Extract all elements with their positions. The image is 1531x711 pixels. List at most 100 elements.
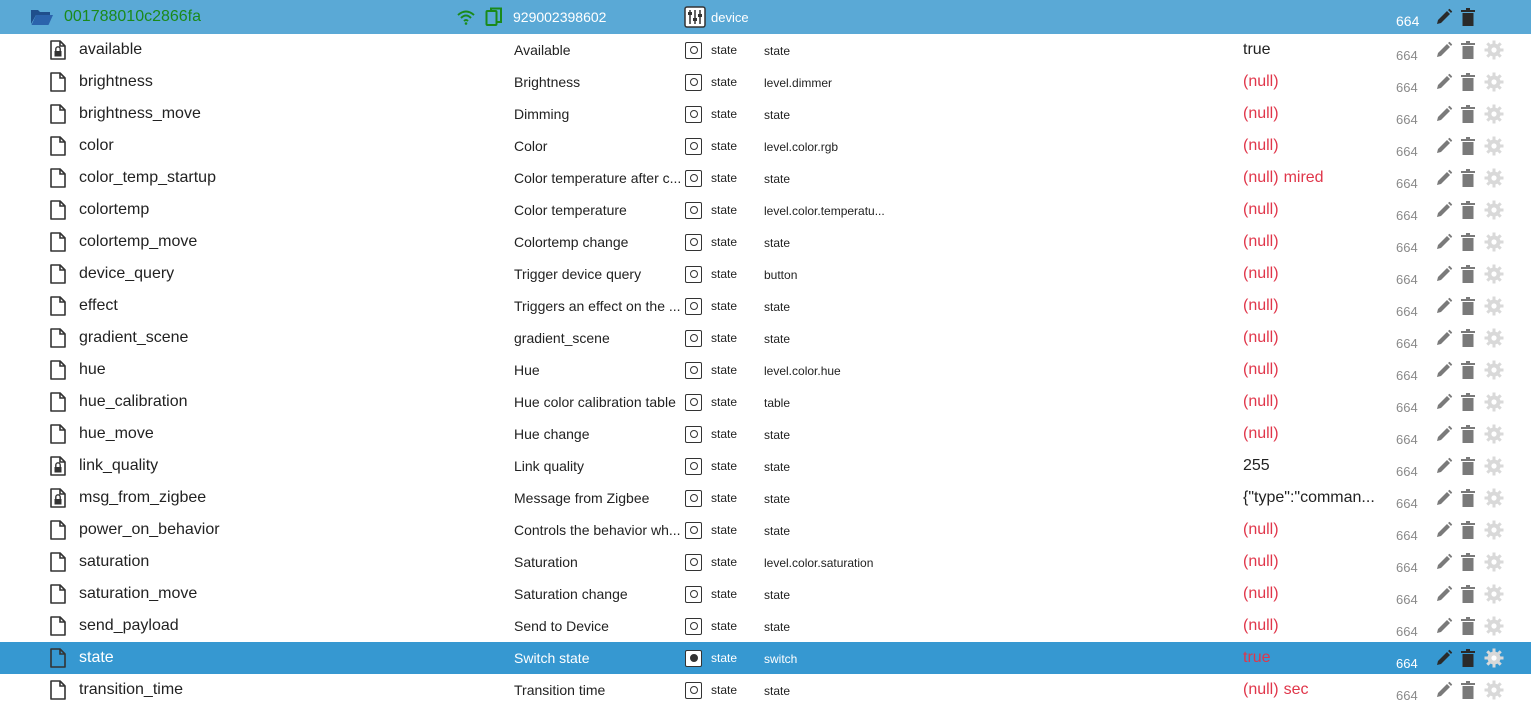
state-value[interactable]: {"type":"comman... <box>1243 482 1385 514</box>
gear-icon[interactable] <box>1484 514 1504 546</box>
state-id[interactable]: hue_calibration <box>79 386 188 418</box>
state-id[interactable]: colortemp <box>79 194 149 226</box>
state-value[interactable]: (null) <box>1243 130 1385 162</box>
pencil-icon[interactable] <box>1435 546 1455 578</box>
state-row-color-temp-startup[interactable]: color_temp_startup Color temperature aft… <box>0 162 1531 194</box>
trash-icon[interactable] <box>1461 322 1477 354</box>
gear-icon[interactable] <box>1484 354 1504 386</box>
state-value[interactable]: 255 <box>1243 450 1385 482</box>
device-row[interactable]: 001788010c2866fa 929002398602 device 664 <box>0 0 1531 34</box>
state-value[interactable]: true <box>1243 34 1385 66</box>
state-id[interactable]: hue <box>79 354 106 386</box>
state-id[interactable]: gradient_scene <box>79 322 188 354</box>
pencil-icon[interactable] <box>1435 386 1455 418</box>
state-id[interactable]: brightness_move <box>79 98 201 130</box>
trash-icon[interactable] <box>1461 610 1477 642</box>
pencil-icon[interactable] <box>1435 194 1455 226</box>
trash-icon[interactable] <box>1461 34 1477 66</box>
pencil-icon[interactable] <box>1435 354 1455 386</box>
gear-icon[interactable] <box>1484 66 1504 98</box>
gear-icon[interactable] <box>1484 546 1504 578</box>
trash-icon[interactable] <box>1461 130 1477 162</box>
trash-icon[interactable] <box>1461 66 1477 98</box>
trash-icon[interactable] <box>1461 290 1477 322</box>
gear-icon[interactable] <box>1484 226 1504 258</box>
pencil-icon[interactable] <box>1435 450 1455 482</box>
state-id[interactable]: device_query <box>79 258 174 290</box>
state-row-brightness[interactable]: brightness Brightness state level.dimmer… <box>0 66 1531 98</box>
trash-icon[interactable] <box>1461 514 1477 546</box>
state-value[interactable]: (null) <box>1243 354 1385 386</box>
state-value[interactable]: (null) <box>1243 194 1385 226</box>
state-id[interactable]: state <box>79 642 114 674</box>
state-value[interactable]: (null) <box>1243 514 1385 546</box>
gear-icon[interactable] <box>1484 258 1504 290</box>
state-value[interactable]: (null) <box>1243 66 1385 98</box>
pencil-icon[interactable] <box>1435 290 1455 322</box>
state-id[interactable]: link_quality <box>79 450 158 482</box>
state-row-send-payload[interactable]: send_payload Send to Device state state … <box>0 610 1531 642</box>
state-row-transition-time[interactable]: transition_time Transition time state st… <box>0 674 1531 706</box>
gear-icon[interactable] <box>1484 322 1504 354</box>
state-value[interactable]: (null) <box>1243 258 1385 290</box>
state-row-available[interactable]: available Available state state true 664 <box>0 34 1531 66</box>
pencil-icon[interactable] <box>1435 610 1455 642</box>
state-id[interactable]: msg_from_zigbee <box>79 482 206 514</box>
trash-icon[interactable] <box>1461 162 1477 194</box>
state-id[interactable]: saturation <box>79 546 149 578</box>
state-row-gradient-scene[interactable]: gradient_scene gradient_scene state stat… <box>0 322 1531 354</box>
state-row-saturation[interactable]: saturation Saturation state level.color.… <box>0 546 1531 578</box>
state-id[interactable]: brightness <box>79 66 153 98</box>
trash-icon[interactable] <box>1461 258 1477 290</box>
gear-icon[interactable] <box>1484 386 1504 418</box>
trash-icon[interactable] <box>1461 226 1477 258</box>
pencil-icon[interactable] <box>1435 66 1455 98</box>
gear-icon[interactable] <box>1484 130 1504 162</box>
state-row-colortemp[interactable]: colortemp Color temperature state level.… <box>0 194 1531 226</box>
gear-icon[interactable] <box>1484 482 1504 514</box>
state-value[interactable]: (null) <box>1243 290 1385 322</box>
gear-icon[interactable] <box>1484 674 1504 706</box>
state-value[interactable]: (null) <box>1243 98 1385 130</box>
state-value[interactable]: (null) <box>1243 386 1385 418</box>
pencil-icon[interactable] <box>1435 482 1455 514</box>
trash-icon[interactable] <box>1461 642 1477 674</box>
state-row-colortemp-move[interactable]: colortemp_move Colortemp change state st… <box>0 226 1531 258</box>
gear-icon[interactable] <box>1484 290 1504 322</box>
state-id[interactable]: send_payload <box>79 610 179 642</box>
gear-icon[interactable] <box>1484 610 1504 642</box>
state-id[interactable]: colortemp_move <box>79 226 197 258</box>
folder-open-icon[interactable] <box>30 0 54 34</box>
state-value[interactable]: (null) <box>1243 322 1385 354</box>
trash-icon[interactable] <box>1461 674 1477 706</box>
trash-icon[interactable] <box>1461 354 1477 386</box>
state-row-hue[interactable]: hue Hue state level.color.hue (null) 664 <box>0 354 1531 386</box>
gear-icon[interactable] <box>1484 642 1504 674</box>
state-value[interactable]: (null) <box>1243 610 1385 642</box>
state-row-brightness-move[interactable]: brightness_move Dimming state state (nul… <box>0 98 1531 130</box>
gear-icon[interactable] <box>1484 450 1504 482</box>
copy-icon[interactable] <box>485 0 505 34</box>
state-id[interactable]: available <box>79 34 142 66</box>
pencil-icon[interactable] <box>1435 0 1455 34</box>
state-value[interactable]: true <box>1243 642 1385 674</box>
trash-icon[interactable] <box>1461 98 1477 130</box>
trash-icon[interactable] <box>1461 386 1477 418</box>
trash-icon[interactable] <box>1461 546 1477 578</box>
pencil-icon[interactable] <box>1435 642 1455 674</box>
state-row-color[interactable]: color Color state level.color.rgb (null)… <box>0 130 1531 162</box>
state-value[interactable]: (null) <box>1243 578 1385 610</box>
gear-icon[interactable] <box>1484 194 1504 226</box>
pencil-icon[interactable] <box>1435 674 1455 706</box>
pencil-icon[interactable] <box>1435 226 1455 258</box>
pencil-icon[interactable] <box>1435 162 1455 194</box>
state-id[interactable]: power_on_behavior <box>79 514 220 546</box>
pencil-icon[interactable] <box>1435 130 1455 162</box>
pencil-icon[interactable] <box>1435 34 1455 66</box>
trash-icon[interactable] <box>1461 482 1477 514</box>
pencil-icon[interactable] <box>1435 322 1455 354</box>
state-row-saturation-move[interactable]: saturation_move Saturation change state … <box>0 578 1531 610</box>
state-row-link-quality[interactable]: link_quality Link quality state state 25… <box>0 450 1531 482</box>
trash-icon[interactable] <box>1461 0 1477 34</box>
state-id[interactable]: saturation_move <box>79 578 197 610</box>
